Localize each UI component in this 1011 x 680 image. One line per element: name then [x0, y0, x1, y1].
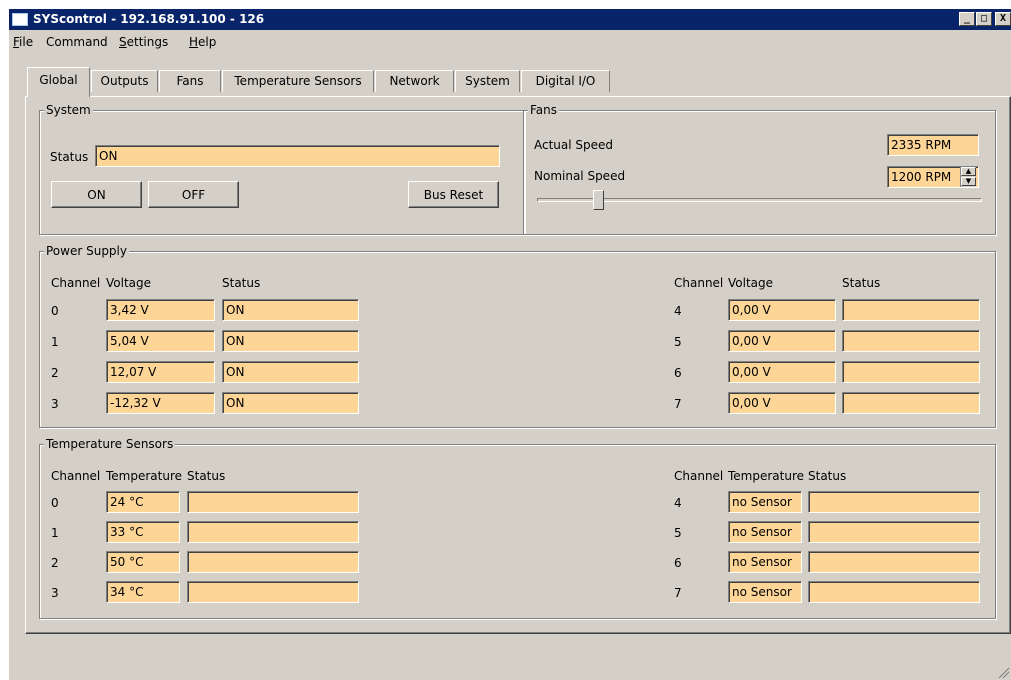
ts-status-field	[187, 551, 359, 573]
ts-temperature-field: 34 °C	[106, 581, 180, 603]
ps-channel: 4	[674, 304, 682, 318]
spin-up-icon[interactable]: ▲	[961, 167, 976, 176]
spin-down-icon[interactable]: ▼	[961, 177, 976, 186]
tab-network[interactable]: Network	[375, 70, 454, 92]
ts-channel: 2	[51, 556, 59, 570]
ts-header-status-right: Status	[808, 469, 847, 483]
temperature-sensors-group: Temperature Sensors Channel Temperature …	[39, 437, 996, 619]
ts-temperature-field: no Sensor	[728, 581, 802, 603]
ts-temperature-field: 24 °C	[106, 491, 180, 513]
ts-temperature-field: no Sensor	[728, 551, 802, 573]
ts-channel: 7	[674, 586, 682, 600]
tab-digital-io[interactable]: Digital I/O	[521, 70, 610, 92]
ts-header-status: Status	[187, 469, 226, 483]
tab-global[interactable]: Global	[27, 67, 90, 97]
ts-channel: 6	[674, 556, 682, 570]
system-group: System Status ON ON OFF Bus Reset	[39, 103, 525, 235]
ps-header-status: Status	[222, 276, 261, 290]
ps-voltage-field: 0,00 V	[728, 330, 836, 352]
ts-status-field	[187, 521, 359, 543]
ps-voltage-field: 12,07 V	[106, 361, 215, 383]
ts-status-field	[808, 581, 980, 603]
ps-voltage-field: 3,42 V	[106, 299, 215, 321]
ts-channel: 0	[51, 496, 59, 510]
ps-voltage-field: 0,00 V	[728, 392, 836, 414]
ps-header-voltage: Voltage	[106, 276, 152, 290]
status-label: Status	[50, 150, 89, 164]
ts-temperature-field: 50 °C	[106, 551, 180, 573]
fans-group: Fans Actual Speed 2335 RPM Nominal Speed…	[523, 103, 996, 235]
tab-fans[interactable]: Fans	[159, 70, 221, 92]
tab-strip: Global Outputs Fans Temperature Sensors …	[9, 9, 1011, 99]
ts-temperature-field: no Sensor	[728, 521, 802, 543]
ps-voltage-field: 0,00 V	[728, 361, 836, 383]
tab-panel-global: System Status ON ON OFF Bus Reset Fans A…	[25, 96, 1011, 634]
ps-channel: 0	[51, 304, 59, 318]
actual-speed-label: Actual Speed	[534, 138, 614, 152]
ts-status-field	[187, 491, 359, 513]
actual-speed-field: 2335 RPM	[887, 134, 979, 156]
ps-header-voltage-right: Voltage	[728, 276, 774, 290]
temperature-sensors-group-label: Temperature Sensors	[44, 437, 176, 451]
power-supply-group: Power Supply Channel Voltage Status Chan…	[39, 244, 996, 428]
ps-channel: 7	[674, 397, 682, 411]
ps-header-channel-right: Channel	[674, 276, 724, 290]
ts-temperature-field: no Sensor	[728, 491, 802, 513]
ps-voltage-field: 5,04 V	[106, 330, 215, 352]
ts-status-field	[808, 521, 980, 543]
ps-status-field: ON	[222, 330, 359, 352]
on-button[interactable]: ON	[51, 181, 142, 208]
ts-header-channel-right: Channel	[674, 469, 724, 483]
ps-channel: 1	[51, 335, 59, 349]
tab-temperature-sensors[interactable]: Temperature Sensors	[222, 70, 374, 92]
ps-channel: 5	[674, 335, 682, 349]
ps-status-field	[842, 299, 980, 321]
ts-channel: 1	[51, 526, 59, 540]
ps-status-field	[842, 392, 980, 414]
ps-header-status-right: Status	[842, 276, 881, 290]
tab-outputs[interactable]: Outputs	[91, 70, 158, 92]
main-window: SYScontrol - 192.168.91.100 - 126 _ □ X …	[8, 8, 1011, 680]
ts-status-field	[187, 581, 359, 603]
ts-temperature-field: 33 °C	[106, 521, 180, 543]
resize-grip-icon[interactable]	[997, 666, 1009, 678]
ps-status-field: ON	[222, 361, 359, 383]
ts-status-field	[808, 491, 980, 513]
ts-channel: 3	[51, 586, 59, 600]
nominal-speed-slider-thumb[interactable]	[593, 190, 605, 210]
ps-voltage-field: -12,32 V	[106, 392, 215, 414]
bus-reset-button[interactable]: Bus Reset	[408, 181, 499, 208]
ps-header-channel: Channel	[51, 276, 101, 290]
ps-channel: 6	[674, 366, 682, 380]
nominal-speed-label: Nominal Speed	[534, 169, 626, 183]
system-status-field: ON	[95, 145, 500, 167]
ps-status-field	[842, 330, 980, 352]
ts-channel: 5	[674, 526, 682, 540]
ts-header-channel: Channel	[51, 469, 101, 483]
tab-system[interactable]: System	[455, 70, 520, 92]
ps-channel: 3	[51, 397, 59, 411]
ts-channel: 4	[674, 496, 682, 510]
ps-status-field: ON	[222, 299, 359, 321]
system-group-label: System	[44, 103, 93, 117]
ps-status-field	[842, 361, 980, 383]
fans-group-label: Fans	[528, 103, 560, 117]
ps-status-field: ON	[222, 392, 359, 414]
ps-voltage-field: 0,00 V	[728, 299, 836, 321]
power-supply-group-label: Power Supply	[44, 244, 129, 258]
ts-status-field	[808, 551, 980, 573]
ts-header-temperature: Temperature	[106, 469, 183, 483]
off-button[interactable]: OFF	[148, 181, 239, 208]
ts-header-temperature-right: Temperature	[728, 469, 805, 483]
ps-channel: 2	[51, 366, 59, 380]
nominal-speed-spinner[interactable]: ▲ ▼	[960, 167, 976, 187]
